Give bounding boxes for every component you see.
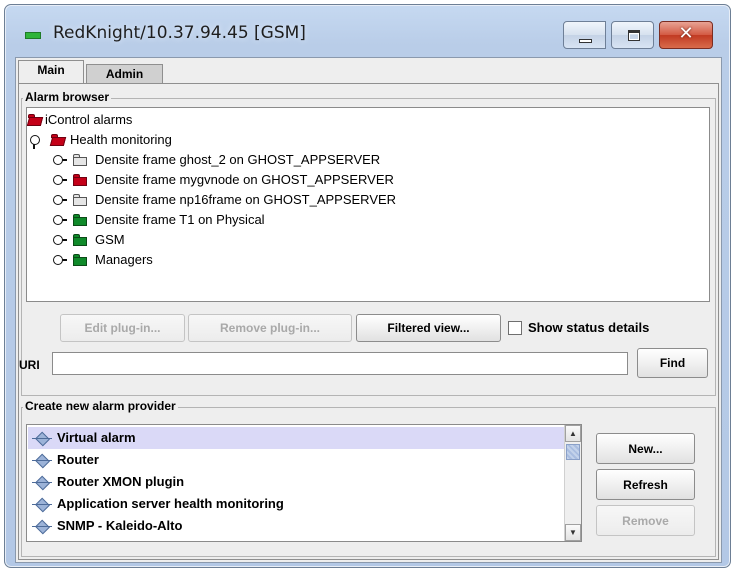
tab-admin[interactable]: Admin <box>86 64 163 84</box>
uri-label: URI <box>19 358 40 372</box>
alarm-browser-title: Alarm browser <box>23 90 112 104</box>
maximize-icon <box>628 30 640 41</box>
tree-node-label: Health monitoring <box>70 132 172 147</box>
list-item-label: Router <box>57 452 99 467</box>
main-tab-panel: Alarm browser iControl alarms Health mon… <box>18 83 719 560</box>
alarm-provider-title: Create new alarm provider <box>23 399 178 413</box>
expand-toggle-icon[interactable] <box>53 175 67 185</box>
list-item-label: Virtual alarm <box>57 430 136 445</box>
close-button[interactable]: ✕ <box>659 21 713 49</box>
expand-toggle-icon[interactable] <box>53 235 67 245</box>
uri-input[interactable] <box>52 352 628 375</box>
list-item-label: Router XMON plugin <box>57 474 185 489</box>
tree-node-label: Densite frame ghost_2 on GHOST_APPSERVER <box>95 152 381 167</box>
title-bar[interactable]: RedKnight/10.37.94.45 [GSM] ✕ <box>5 5 730 61</box>
tree-node-label: iControl alarms <box>45 112 133 127</box>
expand-toggle-icon[interactable] <box>30 135 42 149</box>
expand-toggle-icon[interactable] <box>53 255 67 265</box>
tree-node-label: GSM <box>95 232 125 247</box>
filtered-view-button[interactable]: Filtered view... <box>356 314 501 342</box>
remove-provider-button[interactable]: Remove <box>596 505 695 536</box>
show-status-details-label: Show status details <box>528 320 650 335</box>
list-item[interactable]: Application server health monitoring <box>28 493 566 515</box>
window-title: RedKnight/10.37.94.45 [GSM] <box>53 23 306 43</box>
tree-node-label: Densite frame mygvnode on GHOST_APPSERVE… <box>95 172 394 187</box>
expand-toggle-icon[interactable] <box>53 215 67 225</box>
plugin-icon <box>32 456 52 465</box>
list-item[interactable]: Router <box>28 449 566 471</box>
scroll-up-icon[interactable]: ▲ <box>565 425 581 442</box>
plugin-icon <box>32 478 52 487</box>
list-item[interactable]: SNMP - Kaleido-Alto <box>28 515 566 537</box>
folder-open-icon <box>49 134 67 146</box>
plugin-icon <box>32 500 52 509</box>
maximize-button[interactable] <box>611 21 654 49</box>
plugin-icon <box>32 522 52 531</box>
alarm-tree[interactable]: iControl alarms Health monitoring Densit… <box>26 107 710 302</box>
folder-open-icon <box>26 114 44 126</box>
expand-toggle-icon[interactable] <box>53 195 67 205</box>
edit-plugin-button[interactable]: Edit plug-in... <box>60 314 185 342</box>
close-icon: ✕ <box>678 23 694 44</box>
list-item[interactable]: Virtual alarm <box>28 427 566 449</box>
minimize-icon <box>579 39 592 43</box>
tree-node-label: Managers <box>95 252 153 267</box>
minimize-button[interactable] <box>563 21 606 49</box>
app-window: RedKnight/10.37.94.45 [GSM] ✕ Main Admin… <box>4 4 731 568</box>
list-item-label: Application server health monitoring <box>57 496 284 511</box>
folder-icon <box>73 234 89 246</box>
folder-icon <box>73 214 89 226</box>
scroll-down-icon[interactable]: ▼ <box>565 524 581 541</box>
list-item[interactable]: Router XMON plugin <box>28 471 566 493</box>
folder-icon <box>73 254 89 266</box>
tree-node-label: Densite frame np16frame on GHOST_APPSERV… <box>95 192 397 207</box>
folder-icon <box>73 154 89 166</box>
show-status-details-checkbox[interactable] <box>508 321 522 335</box>
folder-icon <box>73 194 89 206</box>
provider-list[interactable]: Virtual alarm Router Router XMON plugin … <box>26 424 582 542</box>
plugin-icon <box>32 434 52 443</box>
refresh-button[interactable]: Refresh <box>596 469 695 500</box>
alarm-browser-group: Alarm browser iControl alarms Health mon… <box>19 90 716 396</box>
client-area: Main Admin Alarm browser iControl alarms… <box>15 57 722 563</box>
list-item-label: SNMP - Kaleido-Alto <box>57 518 183 533</box>
expand-toggle-icon[interactable] <box>53 155 67 165</box>
remove-plugin-button[interactable]: Remove plug-in... <box>188 314 352 342</box>
new-provider-button[interactable]: New... <box>596 433 695 464</box>
alarm-provider-group: Create new alarm provider Virtual alarm … <box>21 399 716 557</box>
folder-icon <box>73 174 89 186</box>
app-icon <box>25 32 41 39</box>
tab-main[interactable]: Main <box>18 60 84 85</box>
find-button[interactable]: Find <box>637 348 708 378</box>
scrollbar-thumb[interactable] <box>566 444 580 460</box>
tree-node-label: Densite frame T1 on Physical <box>95 212 265 227</box>
provider-list-scrollbar[interactable]: ▲ ▼ <box>564 425 581 541</box>
